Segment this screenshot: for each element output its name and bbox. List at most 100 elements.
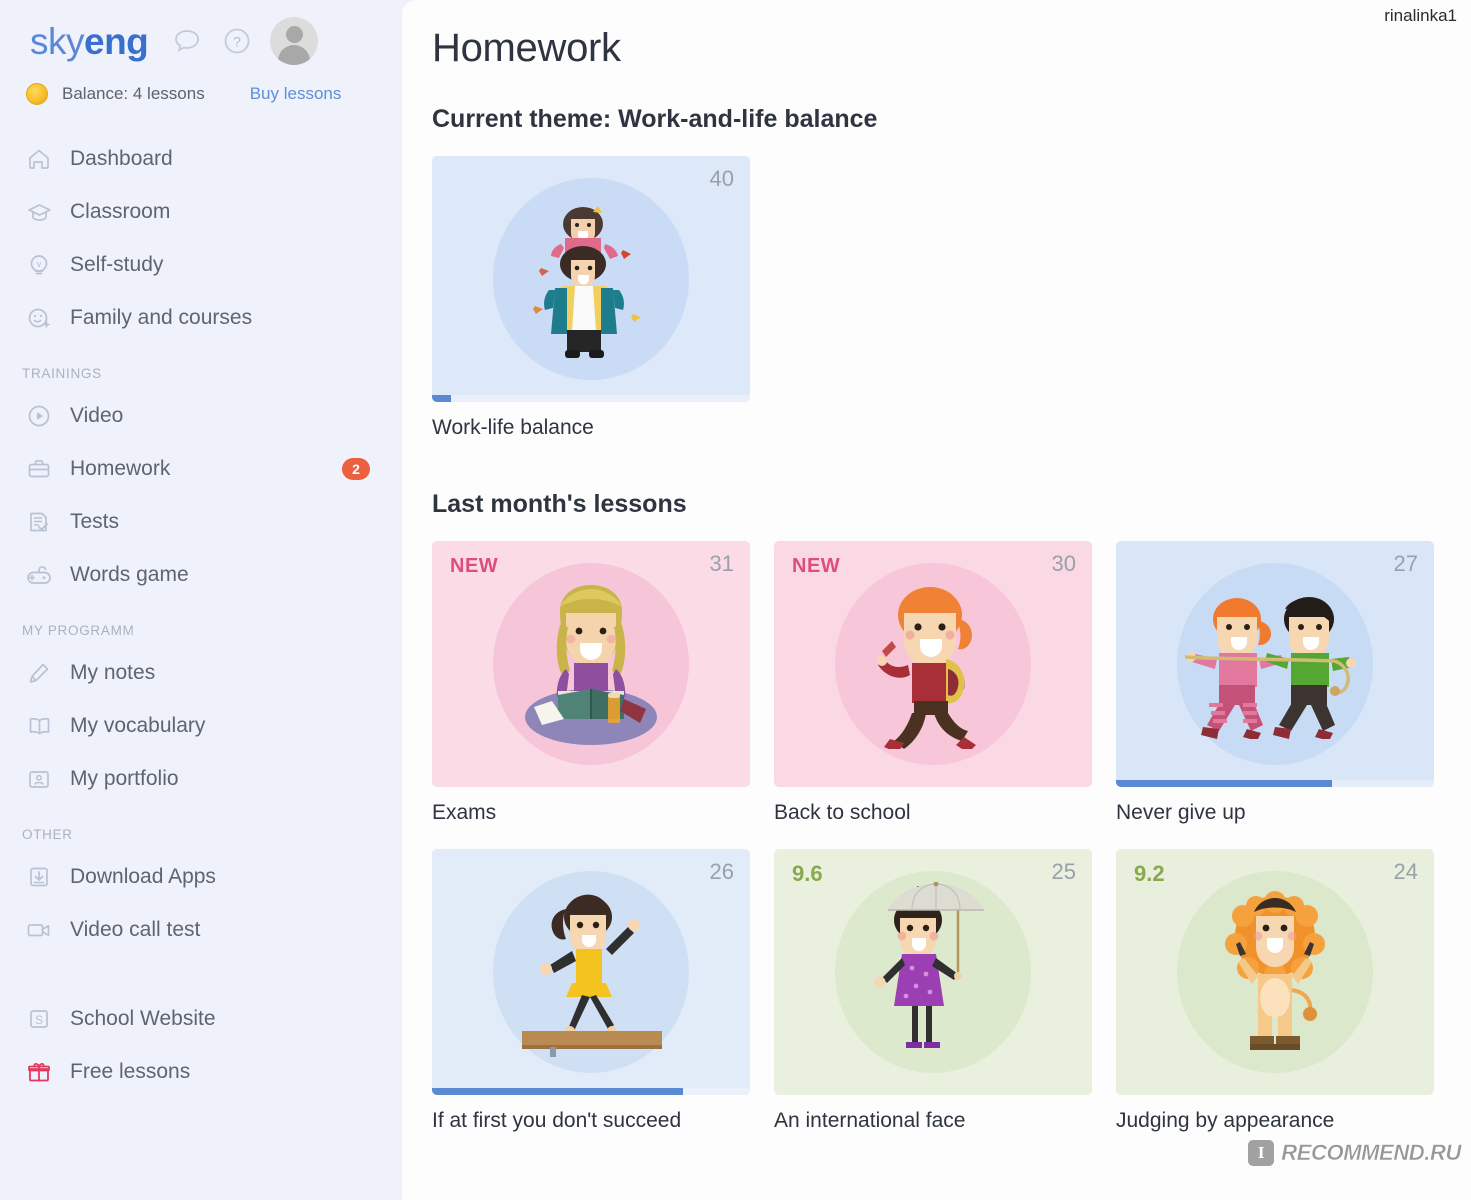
recommend-logo-mark: I: [1248, 1140, 1275, 1166]
main-content: Homework Current theme: Work-and-life ba…: [402, 0, 1471, 1200]
lesson-score: 9.2: [1134, 861, 1165, 886]
sidebar-item-my-notes[interactable]: My notes: [0, 646, 402, 699]
new-badge: NEW: [792, 555, 841, 577]
sidebar-item-label: Tests: [70, 509, 120, 533]
skyeng-logo[interactable]: skyeng: [30, 20, 149, 62]
sidebar-item-video[interactable]: Video: [0, 389, 402, 442]
skyeng-app-window: skyeng ? Balance: 4 lessons Buy lessons: [0, 0, 1471, 1200]
kids-tug-of-war-illustration: [1177, 559, 1373, 769]
lesson-card-title[interactable]: Exams: [432, 801, 750, 825]
lesson-progress-fill: [432, 395, 452, 402]
briefcase-icon: [22, 454, 56, 484]
father-daughter-autumn-illustration: [493, 174, 689, 384]
lesson-card-wrap: NEW 31 Exams: [432, 541, 750, 825]
last-month-heading: Last month's lessons: [432, 490, 687, 518]
sidebar-item-self-study[interactable]: v Self-study: [0, 238, 402, 291]
lesson-number: 40: [709, 166, 734, 191]
sidebar-item-my-portfolio[interactable]: My portfolio: [0, 752, 402, 805]
sidebar-item-label: Classroom: [70, 199, 171, 223]
svg-text:S: S: [35, 1013, 43, 1027]
sidebar-section-my-programm: MY PROGRAMM: [22, 623, 135, 638]
lesson-card-title[interactable]: Judging by appearance: [1116, 1109, 1434, 1133]
lesson-number: 24: [1393, 859, 1418, 884]
sidebar-item-school-website[interactable]: S School Website: [0, 992, 402, 1045]
open-book-icon: [22, 711, 56, 741]
home-icon: [22, 144, 56, 174]
username-watermark: rinalinka1: [1384, 6, 1457, 25]
sidebar-item-label: Video: [70, 403, 124, 427]
page-title: Homework: [432, 26, 621, 70]
header-icons: ?: [170, 17, 319, 65]
sidebar-item-free-lessons[interactable]: Free lessons: [0, 1045, 402, 1098]
sidebar-item-label: Family and courses: [70, 305, 253, 329]
girl-parasol-illustration: [835, 867, 1031, 1077]
lesson-card-title[interactable]: Work-life balance: [432, 416, 750, 440]
lesson-card-title[interactable]: Back to school: [774, 801, 1092, 825]
boy-lion-costume-illustration: [1177, 867, 1373, 1077]
sidebar-item-classroom[interactable]: Classroom: [0, 185, 402, 238]
lesson-score: 9.6: [792, 861, 823, 886]
sidebar-item-download-apps[interactable]: Download Apps: [0, 850, 402, 903]
buy-lessons-link[interactable]: Buy lessons: [250, 84, 342, 104]
sidebar-item-tests[interactable]: Tests: [0, 495, 402, 548]
graduation-cap-icon: [22, 197, 56, 227]
avatar-head: [285, 26, 303, 43]
sidebar-item-label: Homework: [70, 456, 171, 480]
sidebar-item-label: Video call test: [70, 917, 201, 941]
current-theme-card-grid: 40 Work-life balance: [432, 156, 1471, 440]
balance-label: Balance: 4 lessons: [62, 84, 205, 103]
sidebar-item-family-and-courses[interactable]: Family and courses: [0, 291, 402, 344]
question-mark-icon[interactable]: ?: [220, 24, 254, 58]
lesson-progress-bar: [432, 395, 750, 402]
sidebar-item-video-call-test[interactable]: Video call test: [0, 903, 402, 956]
chat-bubble-icon[interactable]: [170, 24, 204, 58]
recommend-watermark: I RECOMMEND.RU: [1248, 1140, 1462, 1166]
lesson-card-wrap: NEW 30 Back to school: [774, 541, 1092, 825]
logo-part-eng: eng: [84, 20, 149, 62]
checklist-icon: [22, 507, 56, 537]
lesson-number: 26: [709, 859, 734, 884]
sidebar-item-homework[interactable]: Homework 2: [0, 442, 402, 495]
girl-reading-book-illustration: [493, 559, 689, 769]
sidebar-item-words-game[interactable]: Words game: [0, 548, 402, 601]
sidebar-item-my-vocabulary[interactable]: My vocabulary: [0, 699, 402, 752]
lesson-progress-bar: [432, 1088, 750, 1095]
lesson-card-wrap: 9.2 24 Judging by appearance: [1116, 849, 1434, 1133]
svg-text:v: v: [37, 259, 42, 269]
lesson-card-wrap: 9.6 25 An international face: [774, 849, 1092, 1133]
gift-icon: [22, 1057, 56, 1087]
lesson-card[interactable]: NEW 30: [774, 541, 1092, 787]
last-month-card-grid: NEW 31 Exams NEW 30 Back to school 27 Ne…: [432, 541, 1471, 1133]
lesson-number: 27: [1393, 551, 1418, 576]
lesson-card[interactable]: 26: [432, 849, 750, 1095]
lesson-card-title[interactable]: Never give up: [1116, 801, 1434, 825]
lesson-card-title[interactable]: If at first you don't succeed: [432, 1109, 750, 1133]
lesson-card[interactable]: 9.2 24: [1116, 849, 1434, 1095]
lesson-card-title[interactable]: An international face: [774, 1109, 1092, 1133]
current-theme-heading: Current theme: Work-and-life balance: [432, 105, 878, 133]
sidebar-item-label: School Website: [70, 1006, 216, 1030]
lesson-progress-fill: [1116, 780, 1333, 787]
play-circle-icon: [22, 401, 56, 431]
lesson-card[interactable]: 27: [1116, 541, 1434, 787]
lesson-number: 31: [709, 551, 734, 576]
sidebar-item-dashboard[interactable]: Dashboard: [0, 132, 402, 185]
lesson-card[interactable]: 40: [432, 156, 750, 402]
sidebar-item-label: Dashboard: [70, 146, 173, 170]
sidebar-item-label: Download Apps: [70, 864, 216, 888]
lesson-progress-bar: [1116, 780, 1434, 787]
girl-balance-beam-illustration: [493, 867, 689, 1077]
brand-row: skyeng ?: [0, 0, 402, 65]
gamepad-icon: [22, 560, 56, 590]
smiley-plus-icon: [22, 303, 56, 333]
new-badge: NEW: [450, 555, 499, 577]
user-avatar-icon[interactable]: [270, 17, 319, 65]
girl-running-backpack-illustration: [835, 559, 1031, 769]
sidebar-item-label: My notes: [70, 660, 156, 684]
lesson-card[interactable]: 9.6 25: [774, 849, 1092, 1095]
sidebar-nav: Dashboard Classroom v Self-study Family …: [0, 132, 402, 1098]
lesson-card[interactable]: NEW 31: [432, 541, 750, 787]
homework-count-badge: 2: [342, 457, 370, 480]
lesson-card-wrap: 27 Never give up: [1116, 541, 1434, 825]
